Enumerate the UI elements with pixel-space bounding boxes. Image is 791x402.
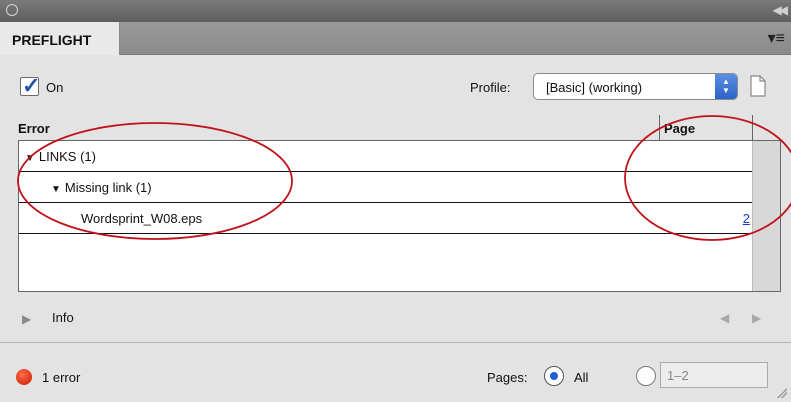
- collapse-icon[interactable]: ◀◀: [773, 3, 789, 17]
- next-arrow-icon[interactable]: ▶: [752, 311, 761, 325]
- profile-label: Profile:: [470, 80, 511, 95]
- list-item-label: ▼ Missing link (1): [51, 180, 152, 195]
- page-link[interactable]: 2: [743, 211, 750, 226]
- divider: [0, 342, 791, 343]
- select-arrows-icon: ▲ ▼: [715, 74, 737, 99]
- disclosure-triangle-icon[interactable]: ▼: [51, 184, 61, 195]
- pages-all-radio[interactable]: [544, 366, 564, 386]
- profile-value: [Basic] (working): [546, 80, 643, 95]
- profile-document-icon[interactable]: [748, 74, 770, 100]
- error-count: 1 error: [42, 370, 81, 385]
- column-divider: [752, 115, 753, 141]
- error-list: ▼ LINKS (1) ▼ Missing link (1) Wordsprint_…: [18, 140, 781, 292]
- checkmark-icon: ✓: [22, 73, 41, 98]
- disclosure-triangle-icon[interactable]: ▼: [25, 153, 35, 164]
- tab-row: PREFLIGHT ▾≡: [0, 22, 791, 55]
- list-item[interactable]: ▼ LINKS (1): [19, 141, 754, 172]
- panel-titlebar: ◀◀: [0, 0, 791, 22]
- column-divider: [659, 115, 660, 141]
- all-label: All: [574, 370, 589, 385]
- close-icon[interactable]: [6, 4, 18, 16]
- page-column-header[interactable]: Page: [664, 121, 695, 136]
- error-column-header[interactable]: Error: [18, 121, 50, 136]
- panel-menu-icon[interactable]: ▾≡: [768, 28, 785, 48]
- page-range-input[interactable]: 1–2: [660, 362, 768, 388]
- on-checkbox[interactable]: ✓: [20, 73, 40, 98]
- info-disclosure-icon[interactable]: ▶: [22, 312, 31, 326]
- preflight-panel: ✓ On Profile: [Basic] (working) ▲ ▼ Error…: [0, 55, 791, 402]
- pages-range-radio[interactable]: [636, 366, 656, 386]
- profile-select[interactable]: [Basic] (working) ▲ ▼: [533, 73, 738, 100]
- tab-preflight[interactable]: PREFLIGHT: [0, 22, 120, 55]
- vertical-scrollbar[interactable]: [752, 141, 780, 291]
- error-status-icon: [16, 369, 32, 385]
- list-item-label: Wordsprint_W08.eps: [81, 211, 203, 226]
- previous-arrow-icon[interactable]: ◀: [720, 311, 729, 325]
- list-item[interactable]: Wordsprint_W08.eps 2: [19, 203, 754, 234]
- info-label: Info: [52, 310, 74, 325]
- on-label: On: [46, 80, 64, 95]
- list-item[interactable]: ▼ Missing link (1): [19, 172, 754, 203]
- resize-grip-icon[interactable]: [777, 388, 787, 398]
- list-item-label: ▼ LINKS (1): [25, 149, 96, 164]
- pages-label: Pages:: [487, 370, 528, 385]
- tab-preflight-label: PREFLIGHT: [12, 32, 92, 48]
